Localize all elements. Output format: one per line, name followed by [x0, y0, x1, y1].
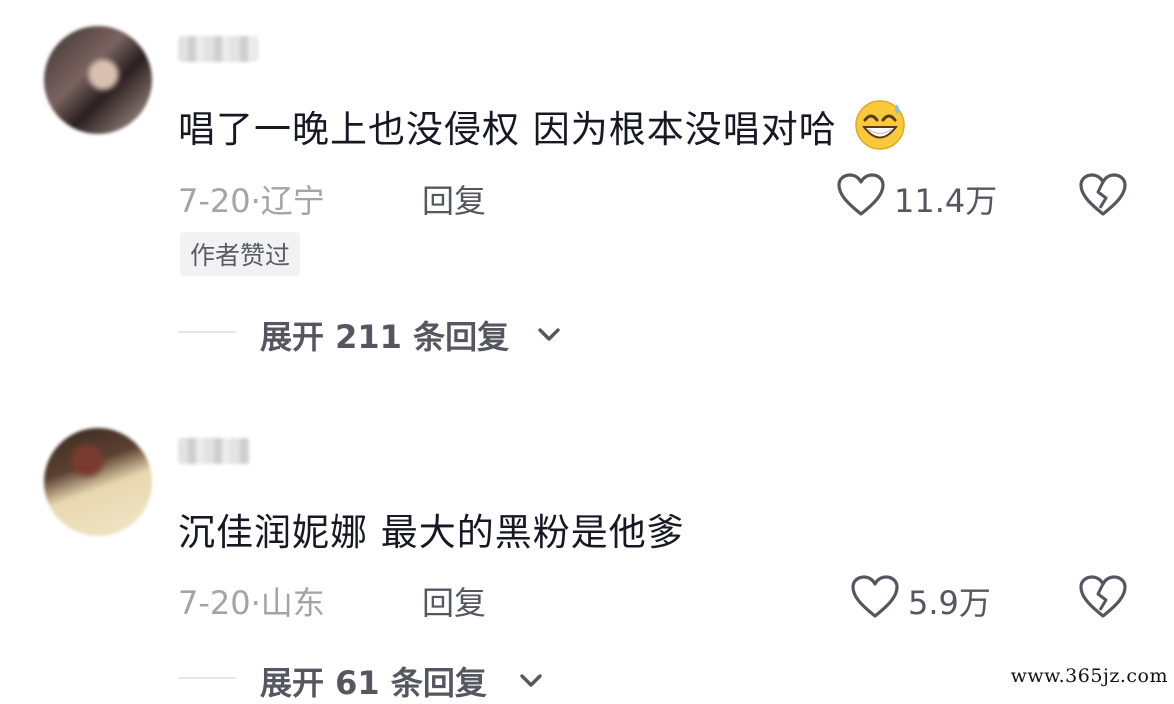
dislike-broken-heart-icon[interactable]: [1078, 172, 1128, 218]
divider-line: [178, 677, 236, 679]
chevron-down-icon: [538, 328, 560, 341]
meta-separator: ·: [250, 584, 261, 622]
comment-location: 辽宁: [260, 182, 325, 220]
username-blurred[interactable]: [178, 438, 250, 464]
like-button[interactable]: 5.9万: [850, 572, 1020, 622]
heart-icon: [837, 173, 885, 216]
heart-icon: [851, 575, 899, 618]
expand-replies-button[interactable]: 展开 61 条回复: [178, 652, 578, 702]
comment-meta: 7-20·山东: [178, 578, 325, 624]
grinning-sweat-face-icon: [854, 100, 905, 150]
comment-text: 沉佳润妮娜 最大的黑粉是他爹: [178, 511, 685, 554]
reply-button[interactable]: 回复: [422, 578, 486, 624]
comment-location: 山东: [260, 584, 325, 622]
author-liked-badge: 作者赞过: [180, 232, 301, 276]
comment-text: 唱了一晚上也没侵权 因为根本没唱对哈: [178, 98, 906, 153]
username-blurred[interactable]: [178, 36, 258, 62]
expand-replies-label: 展开 61 条回复: [260, 664, 487, 702]
avatar[interactable]: [44, 26, 152, 134]
dislike-broken-heart-icon[interactable]: [1078, 574, 1128, 620]
avatar[interactable]: [44, 428, 152, 536]
comment-meta: 7-20·辽宁: [178, 176, 325, 222]
expand-replies-label: 展开 211 条回复: [260, 318, 510, 356]
like-count: 5.9万: [908, 584, 991, 622]
comment-date: 7-20: [178, 584, 251, 622]
watermark: www.365jz.com: [1010, 665, 1168, 687]
expand-replies-button[interactable]: 展开 211 条回复: [178, 306, 598, 358]
reply-button[interactable]: 回复: [422, 176, 486, 222]
divider-line: [178, 331, 236, 333]
meta-separator: ·: [250, 182, 261, 220]
comment-text-content: 唱了一晚上也没侵权 因为根本没唱对哈: [178, 108, 837, 151]
comment-item: 唱了一晚上也没侵权 因为根本没唱对哈 7-20·辽宁 回复 11.4万 作者赞过…: [0, 0, 1174, 400]
like-count: 11.4万: [894, 182, 998, 220]
comment-item: 沉佳润妮娜 最大的黑粉是他爹 7-20·山东 回复 5.9万 展开 61 条回复: [0, 400, 1174, 702]
chevron-down-icon: [520, 674, 542, 687]
like-button[interactable]: 11.4万: [836, 170, 1016, 220]
comment-date: 7-20: [178, 182, 251, 220]
